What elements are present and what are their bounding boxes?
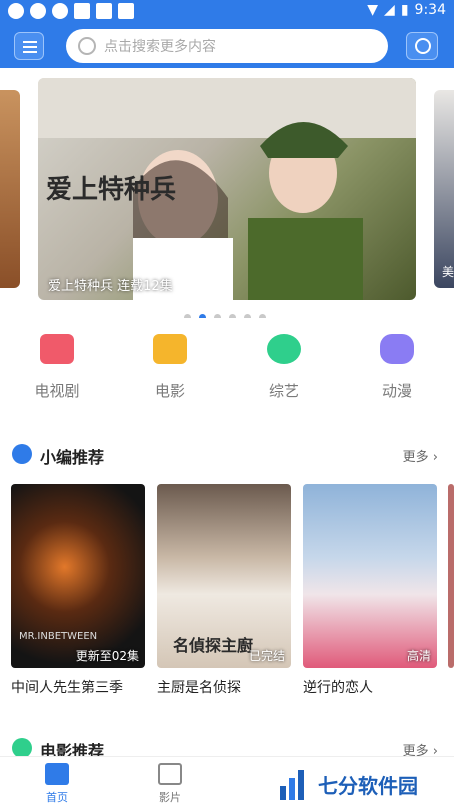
category-label: 电视剧 <box>34 382 80 400</box>
status-badge: 已完结 <box>248 649 285 663</box>
app-icon <box>74 3 90 19</box>
banner-slide-prev[interactable] <box>0 90 20 288</box>
editor-picks-list: MR.INBETWEEN 更新至02集 中间人先生第三季 名偵探主廚 已完结 主… <box>0 484 454 698</box>
list-item[interactable]: 名偵探主廚 已完结 主厨是名侦探 <box>157 484 291 697</box>
status-badge: 高清 <box>406 649 431 663</box>
app-icon <box>96 3 112 19</box>
notification-icon <box>8 3 24 19</box>
tab-label: 首页 <box>46 791 68 804</box>
section-header-editor-picks: 小编推荐 更多 › <box>0 442 454 468</box>
category-nav: 电视剧 电影 综艺 动漫 <box>0 334 454 404</box>
carousel-dot[interactable] <box>259 314 266 318</box>
list-item-partial[interactable] <box>448 484 454 668</box>
carousel-dot[interactable] <box>229 314 236 318</box>
item-title: 中间人先生第三季 <box>11 680 123 696</box>
tab-home[interactable]: 首页 <box>27 763 87 805</box>
category-anime[interactable]: 动漫 <box>367 334 427 401</box>
carousel-dot[interactable] <box>184 314 191 318</box>
category-movie[interactable]: 电影 <box>140 334 200 401</box>
battery-icon: ▮ <box>400 2 409 18</box>
bear-icon <box>380 334 414 364</box>
poster-label: 名偵探主廚 <box>173 636 254 655</box>
list-item[interactable]: 高清 逆行的恋人 <box>303 484 437 697</box>
top-bar: 点击搜索更多内容 <box>0 24 454 68</box>
film-icon <box>158 763 182 785</box>
movie-icon <box>12 738 32 758</box>
app-icon <box>118 3 134 19</box>
clock-time: 9:34 <box>414 2 446 18</box>
category-tv[interactable]: 电视剧 <box>27 334 87 401</box>
carousel-dot[interactable] <box>199 314 206 318</box>
star-icon <box>267 334 301 364</box>
banner-next-caption: 美 <box>442 265 454 279</box>
more-label: 更多 <box>402 450 429 465</box>
more-link[interactable]: 更多 › <box>403 446 438 465</box>
wifi-icon: ▼ <box>367 2 379 18</box>
banner-poster: 爱上特种兵 <box>38 78 416 300</box>
list-item[interactable]: MR.INBETWEEN 更新至02集 中间人先生第三季 <box>11 484 145 697</box>
poster-image <box>448 484 454 668</box>
banner-caption: 爱上特种兵 连载12集 <box>48 279 173 294</box>
shield-icon <box>52 3 68 19</box>
banner-carousel[interactable]: 爱上特种兵 爱上特种兵 连载12集 美 <box>0 68 454 318</box>
status-bar: ▼ ◢ ▮ 9:34 <box>0 0 454 24</box>
carousel-indicator <box>184 314 266 318</box>
chevron-right-icon: › <box>432 450 438 465</box>
history-button[interactable] <box>406 32 438 60</box>
section-title: 小编推荐 <box>40 448 105 467</box>
banner-slide-current[interactable]: 爱上特种兵 爱上特种兵 连载12集 <box>38 78 416 300</box>
watermark-text: 七分软件园 <box>318 774 418 798</box>
menu-button[interactable] <box>14 32 44 60</box>
tab-film[interactable]: 影片 <box>140 763 200 805</box>
category-variety[interactable]: 综艺 <box>254 334 314 401</box>
category-label: 综艺 <box>268 382 299 400</box>
poster-label: MR.INBETWEEN <box>19 631 98 642</box>
search-icon <box>78 37 96 55</box>
poster-image: MR.INBETWEEN 更新至02集 <box>11 484 145 668</box>
home-icon <box>45 763 69 785</box>
category-label: 电影 <box>154 382 185 400</box>
search-input[interactable]: 点击搜索更多内容 <box>66 29 388 63</box>
tab-label: 影片 <box>159 791 181 804</box>
film-icon <box>153 334 187 364</box>
item-title: 主厨是名侦探 <box>157 680 241 696</box>
book-icon <box>12 444 32 464</box>
poster-image: 高清 <box>303 484 437 668</box>
banner-slide-next[interactable]: 美 <box>434 90 454 288</box>
item-title: 逆行的恋人 <box>303 680 373 696</box>
banner-art-title: 爱上特种兵 <box>46 174 176 205</box>
category-label: 动漫 <box>381 382 412 400</box>
signal-icon: ◢ <box>384 2 395 18</box>
watermark-logo: 七分软件园 <box>270 758 454 808</box>
notification-icon <box>30 3 46 19</box>
carousel-dot[interactable] <box>214 314 221 318</box>
carousel-dot[interactable] <box>244 314 251 318</box>
bar-logo-icon <box>280 770 304 800</box>
poster-image: 名偵探主廚 已完结 <box>157 484 291 668</box>
status-badge: 更新至02集 <box>75 649 139 663</box>
search-placeholder: 点击搜索更多内容 <box>104 39 216 55</box>
tv-icon <box>40 334 74 364</box>
clock-icon <box>415 38 431 54</box>
